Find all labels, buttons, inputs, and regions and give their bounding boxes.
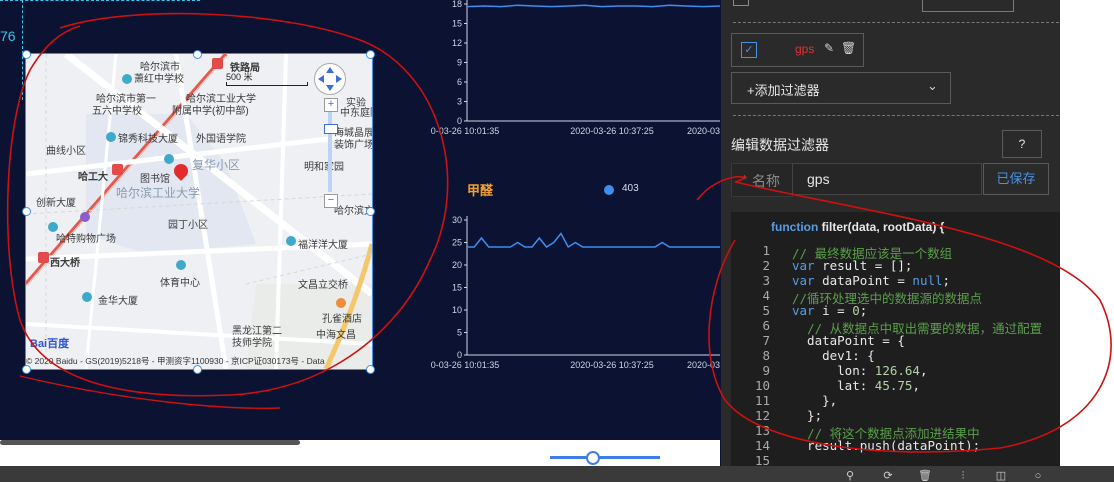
- annotation-overlay: [6, 12, 1112, 453]
